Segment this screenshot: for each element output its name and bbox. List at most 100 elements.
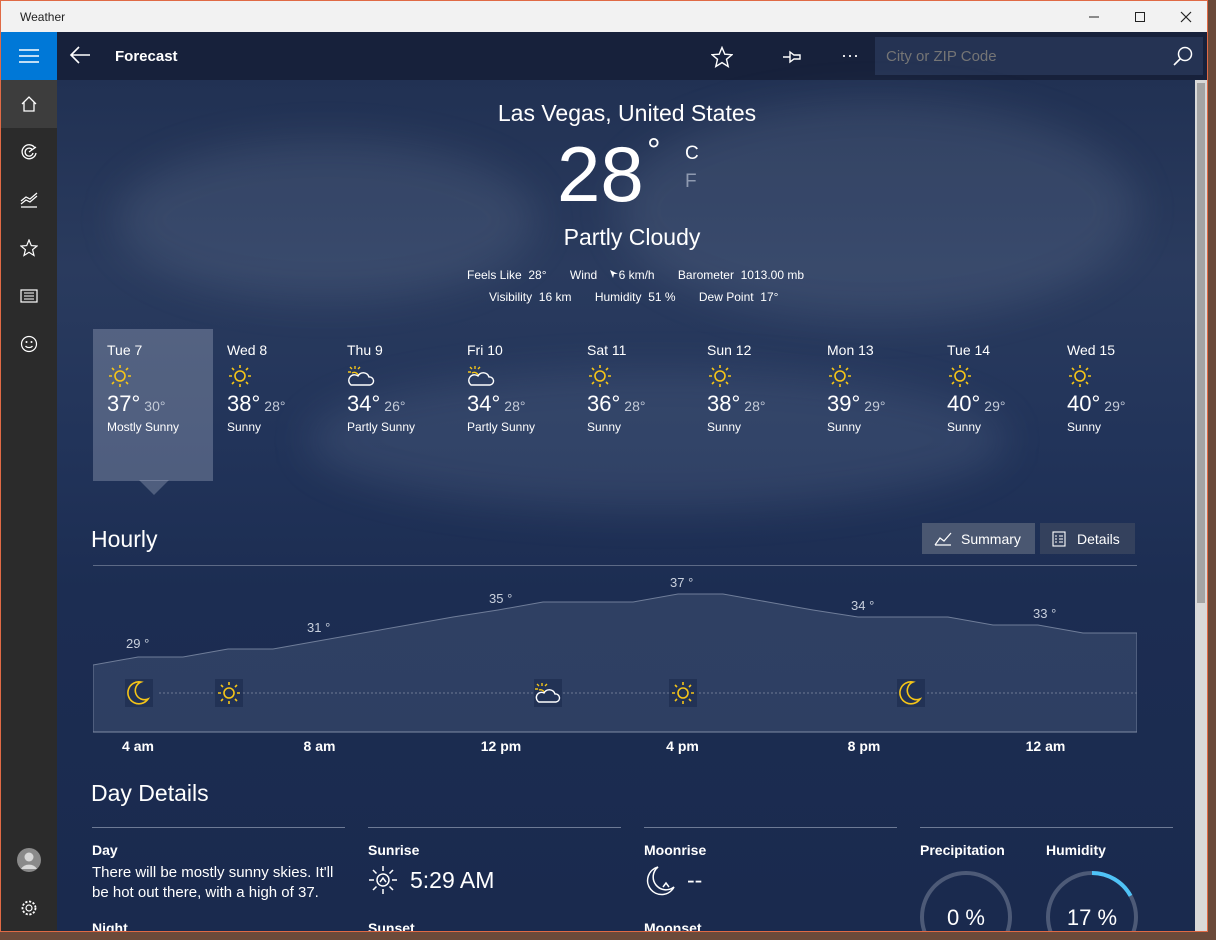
low-temp: 28°: [744, 398, 766, 414]
scrollbar-thumb[interactable]: [1197, 83, 1205, 603]
details-label: Details: [1077, 530, 1120, 547]
temperature-area: [93, 593, 1137, 733]
dew-point-value: 17°: [760, 290, 779, 304]
weather-window: Weather Forecast ··· City or ZIP Code La…: [0, 0, 1208, 932]
day-name: Fri 10: [467, 342, 503, 358]
day-name: Wed 15: [1067, 342, 1115, 358]
hourly-divider: [93, 565, 1137, 566]
nav-forecast[interactable]: [1, 80, 57, 128]
close-icon: [1180, 11, 1192, 22]
close-button[interactable]: [1163, 1, 1207, 32]
fahrenheit-toggle[interactable]: F: [685, 171, 697, 193]
summary-view-button[interactable]: Summary: [922, 523, 1035, 554]
nav-places[interactable]: [1, 224, 57, 272]
sunrise-time: 5:29 AM: [410, 867, 495, 893]
day-condition: Sunny: [707, 420, 742, 434]
ellipsis-icon: ···: [841, 45, 859, 65]
settings-button[interactable]: [1, 884, 57, 931]
humidity-label: Humidity: [594, 290, 642, 304]
day-label: Day: [92, 842, 118, 858]
feels-like-value: 28°: [528, 268, 547, 282]
account-button[interactable]: [1, 836, 57, 884]
pin-icon: [783, 50, 801, 64]
celsius-toggle[interactable]: C: [685, 143, 699, 165]
day-card[interactable]: Tue 14 40° 29° Sunny: [933, 329, 1053, 481]
back-button[interactable]: [69, 44, 93, 68]
sun-icon: [227, 363, 333, 389]
maximize-button[interactable]: [1117, 1, 1163, 32]
temp-label: 37 °: [670, 575, 693, 590]
search-icon: [1173, 46, 1193, 66]
moonset-label: Moonset: [644, 920, 702, 932]
hour-label: 4 pm: [666, 738, 699, 754]
partly-sunny-icon: [347, 363, 453, 389]
details-view-button[interactable]: Details: [1040, 523, 1135, 554]
day-condition: Sunny: [827, 420, 862, 434]
pin-button[interactable]: [781, 48, 805, 71]
sun-icon: [827, 363, 933, 389]
day-condition: Partly Sunny: [347, 420, 416, 434]
day-card[interactable]: Mon 13 39° 29° Sunny: [813, 329, 933, 481]
moonrise-label: Moonrise: [644, 842, 707, 858]
nav-maps[interactable]: [1, 128, 57, 176]
low-temp: 28°: [504, 398, 526, 414]
day-card[interactable]: Wed 15 40° 29° Sunny: [1053, 329, 1173, 481]
day-card[interactable]: Fri 10 34° 28° Partly Sunny: [453, 329, 573, 481]
day-card[interactable]: Tue 7 37° 30° Mostly Sunny: [93, 329, 213, 481]
barometer-value: 1013.00 mb: [740, 268, 805, 282]
temp-label: 35 °: [489, 591, 512, 606]
day-card[interactable]: Thu 9 34° 26° Partly Sunny: [333, 329, 453, 481]
search-box[interactable]: [875, 37, 1203, 75]
nav-news[interactable]: [1, 272, 57, 320]
nav-historical-weather[interactable]: [1, 176, 57, 224]
high-temp: 36°: [587, 391, 621, 416]
vertical-scrollbar[interactable]: [1195, 80, 1207, 931]
day-condition: Partly Sunny: [467, 420, 536, 434]
low-temp: 28°: [624, 398, 646, 414]
hamburger-menu-button[interactable]: [1, 32, 57, 80]
more-options-button[interactable]: ···: [841, 45, 859, 66]
sunset-label: Sunset: [368, 920, 415, 932]
hamburger-icon: [19, 49, 39, 63]
hour-label: 8 am: [303, 738, 336, 754]
search-input[interactable]: [875, 37, 1165, 75]
moonrise-time: --: [687, 867, 703, 893]
day-condition: Sunny: [227, 420, 262, 434]
day-card[interactable]: Sat 11 36° 28° Sunny: [573, 329, 693, 481]
precipitation-label: Precipitation: [920, 842, 1005, 858]
minimize-button[interactable]: [1071, 1, 1117, 32]
back-arrow-icon: [69, 46, 90, 64]
hourly-temperature-chart: 29 ° 31 ° 35 ° 37 ° 34 ° 33 °: [93, 575, 1137, 733]
forecast-content: Las Vegas, United States 28 ° C F Partly…: [57, 80, 1207, 931]
nav-life[interactable]: [1, 320, 57, 368]
top-bar: Forecast ···: [57, 32, 1207, 80]
low-temp: 29°: [984, 398, 1006, 414]
high-temp: 40°: [947, 391, 981, 416]
divider: [920, 827, 1173, 828]
favorite-button[interactable]: [710, 45, 734, 73]
search-button[interactable]: [1173, 46, 1193, 71]
humidity-gauge-fill: [1091, 871, 1133, 897]
high-temp: 39°: [827, 391, 861, 416]
smiley-icon: [20, 335, 38, 353]
low-temp: 28°: [264, 398, 286, 414]
wind-direction-icon: [609, 270, 618, 278]
day-name: Mon 13: [827, 342, 874, 358]
details-row-2: Visibility 16 km Humidity 51 % Dew Point…: [489, 290, 778, 304]
degree-symbol: °: [647, 132, 661, 170]
cloud-backdrop: [617, 100, 1137, 320]
day-details-heading: Day Details: [91, 780, 209, 806]
humidity-value: 51 %: [648, 290, 676, 304]
news-icon: [20, 289, 38, 303]
day-condition: Mostly Sunny: [107, 420, 180, 434]
temp-label: 31 °: [307, 620, 330, 635]
day-description: There will be mostly sunny skies. It'll …: [92, 864, 334, 901]
day-card[interactable]: Wed 8 38° 28° Sunny: [213, 329, 333, 481]
day-card[interactable]: Sun 12 38° 28° Sunny: [693, 329, 813, 481]
wind-value: 6 km/h: [618, 268, 655, 282]
temp-label: 29 °: [126, 636, 149, 651]
star-icon: [20, 239, 38, 257]
low-temp: 29°: [1104, 398, 1126, 414]
hour-label: 8 pm: [847, 738, 881, 754]
barometer-label: Barometer: [677, 268, 734, 282]
